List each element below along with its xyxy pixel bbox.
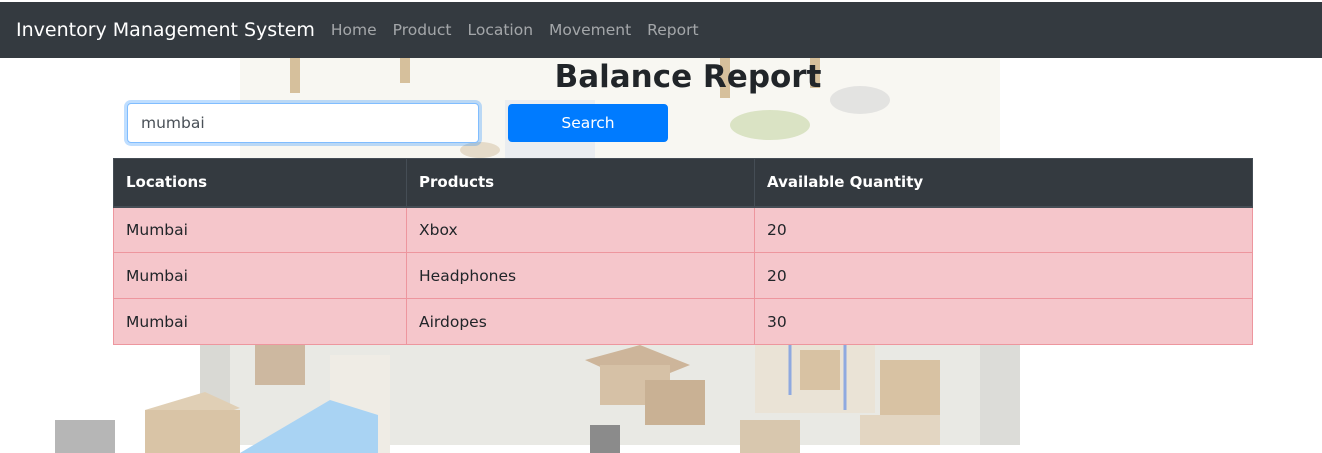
cell-quantity: 30 (754, 298, 1253, 345)
table-row: Mumbai Headphones 20 (113, 252, 1253, 299)
nav-link-home[interactable]: Home (331, 21, 377, 39)
cell-location: Mumbai (113, 298, 407, 345)
top-navbar: Inventory Management System Home Product… (0, 2, 1322, 58)
balance-report-table: Locations Products Available Quantity Mu… (113, 158, 1253, 345)
navbar-brand[interactable]: Inventory Management System (16, 19, 315, 41)
nav-link-report[interactable]: Report (647, 21, 698, 39)
table-row: Mumbai Airdopes 30 (113, 298, 1253, 345)
page-title: Balance Report (554, 59, 822, 95)
table-header-row: Locations Products Available Quantity (113, 158, 1253, 208)
cell-product: Headphones (406, 252, 755, 299)
header-available-quantity: Available Quantity (754, 158, 1253, 208)
header-products: Products (406, 158, 755, 208)
nav-link-location[interactable]: Location (467, 21, 533, 39)
search-input[interactable] (127, 103, 479, 143)
cell-quantity: 20 (754, 206, 1253, 253)
nav-link-product[interactable]: Product (393, 21, 452, 39)
search-button[interactable]: Search (508, 104, 668, 142)
nav-link-movement[interactable]: Movement (549, 21, 631, 39)
cell-product: Airdopes (406, 298, 755, 345)
cell-location: Mumbai (113, 206, 407, 253)
cell-location: Mumbai (113, 252, 407, 299)
cell-product: Xbox (406, 206, 755, 253)
cell-quantity: 20 (754, 252, 1253, 299)
header-locations: Locations (113, 158, 407, 208)
table-row: Mumbai Xbox 20 (113, 206, 1253, 253)
